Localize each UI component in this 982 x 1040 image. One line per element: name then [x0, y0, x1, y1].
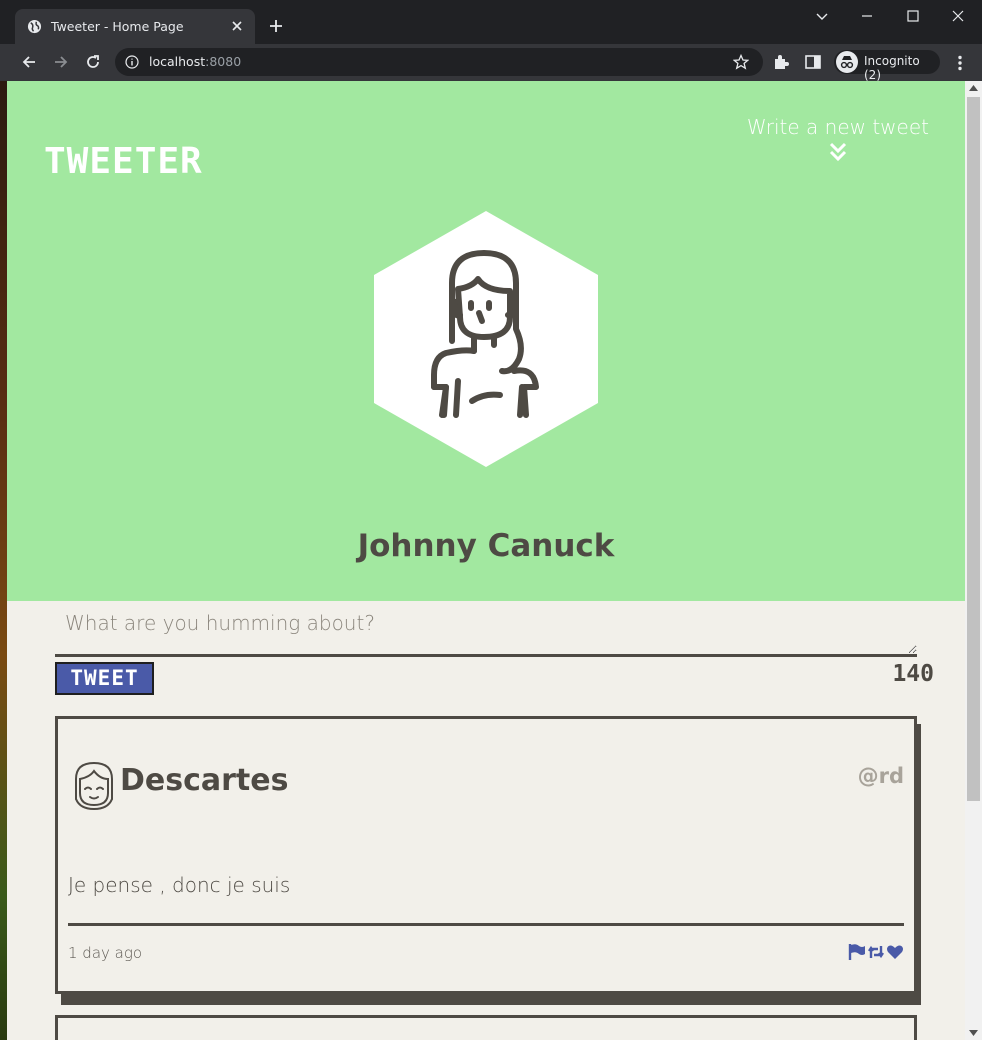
- close-icon[interactable]: [229, 18, 245, 34]
- tweet-divider: [68, 923, 904, 926]
- forward-arrow-icon[interactable]: [51, 52, 71, 72]
- tweet-timestamp: 1 day ago: [68, 944, 143, 962]
- address-bar[interactable]: localhost:8080: [115, 48, 763, 76]
- url-host: localhost: [149, 54, 206, 69]
- browser-toolbar: localhost:8080 Incognito (2): [0, 44, 982, 82]
- new-tab-plus-icon[interactable]: [266, 16, 286, 36]
- minimize-icon[interactable]: [857, 6, 877, 26]
- write-new-tweet-label: Write a new tweet: [746, 115, 929, 139]
- incognito-icon: [836, 51, 858, 73]
- extensions-puzzle-icon[interactable]: [772, 53, 790, 71]
- tweet-submit-button[interactable]: TWEET: [55, 662, 154, 695]
- browser-tab[interactable]: Tweeter - Home Page: [15, 9, 255, 44]
- desktop-background: [0, 81, 7, 1040]
- browser-chrome: Tweeter - Home Page localhost:8080 Incog…: [0, 0, 982, 82]
- profile-name: Johnny Canuck: [357, 528, 615, 564]
- maximize-icon[interactable]: [903, 6, 923, 26]
- char-counter: 140: [892, 661, 934, 687]
- side-panel-icon[interactable]: [804, 53, 822, 71]
- page-header: TWEETER Write a new tweet Johnny Canuck: [7, 81, 965, 601]
- tab-search-chevron-icon[interactable]: [812, 6, 832, 26]
- brand-logo[interactable]: TWEETER: [44, 141, 203, 182]
- tweet-author-name: Descartes: [120, 763, 289, 798]
- window-close-icon[interactable]: [948, 6, 968, 26]
- scroll-up-arrow-icon[interactable]: [969, 85, 978, 91]
- write-new-tweet-toggle[interactable]: Write a new tweet: [747, 115, 929, 163]
- tweet-card: [55, 1015, 917, 1040]
- tweet-textarea[interactable]: [55, 605, 917, 654]
- tweet-author-handle: @rd: [857, 764, 904, 788]
- compose-area: [55, 605, 917, 657]
- url-port: :8080: [205, 54, 242, 69]
- heart-icon[interactable]: [886, 943, 904, 961]
- tweet-actions: [848, 943, 904, 963]
- incognito-indicator[interactable]: Incognito (2): [834, 50, 940, 82]
- tweet-card: Descartes @rd Je pense , donc je suis 1 …: [55, 716, 917, 994]
- retweet-icon[interactable]: [867, 943, 885, 961]
- info-icon[interactable]: [125, 55, 139, 69]
- url-text: localhost:8080: [149, 54, 241, 69]
- page-viewport: TWEETER Write a new tweet Johnny Canuck …: [7, 81, 982, 1040]
- scrollbar-thumb[interactable]: [967, 97, 980, 801]
- incognito-label: Incognito (2): [864, 54, 920, 82]
- flag-icon[interactable]: [848, 943, 866, 961]
- globe-icon: [27, 19, 42, 34]
- more-menu-icon[interactable]: [950, 53, 970, 73]
- back-arrow-icon[interactable]: [19, 52, 39, 72]
- tweet-text: Je pense , donc je suis: [68, 873, 291, 897]
- page-scrollbar[interactable]: [965, 81, 982, 1040]
- double-chevron-down-icon: [829, 142, 846, 162]
- tweet-author-avatar: [75, 761, 113, 811]
- scroll-down-arrow-icon[interactable]: [969, 1030, 978, 1036]
- bookmark-star-icon[interactable]: [733, 54, 749, 70]
- reload-icon[interactable]: [83, 52, 103, 72]
- tab-strip: Tweeter - Home Page: [0, 0, 982, 44]
- tab-title: Tweeter - Home Page: [51, 19, 184, 34]
- profile-avatar: [374, 211, 598, 467]
